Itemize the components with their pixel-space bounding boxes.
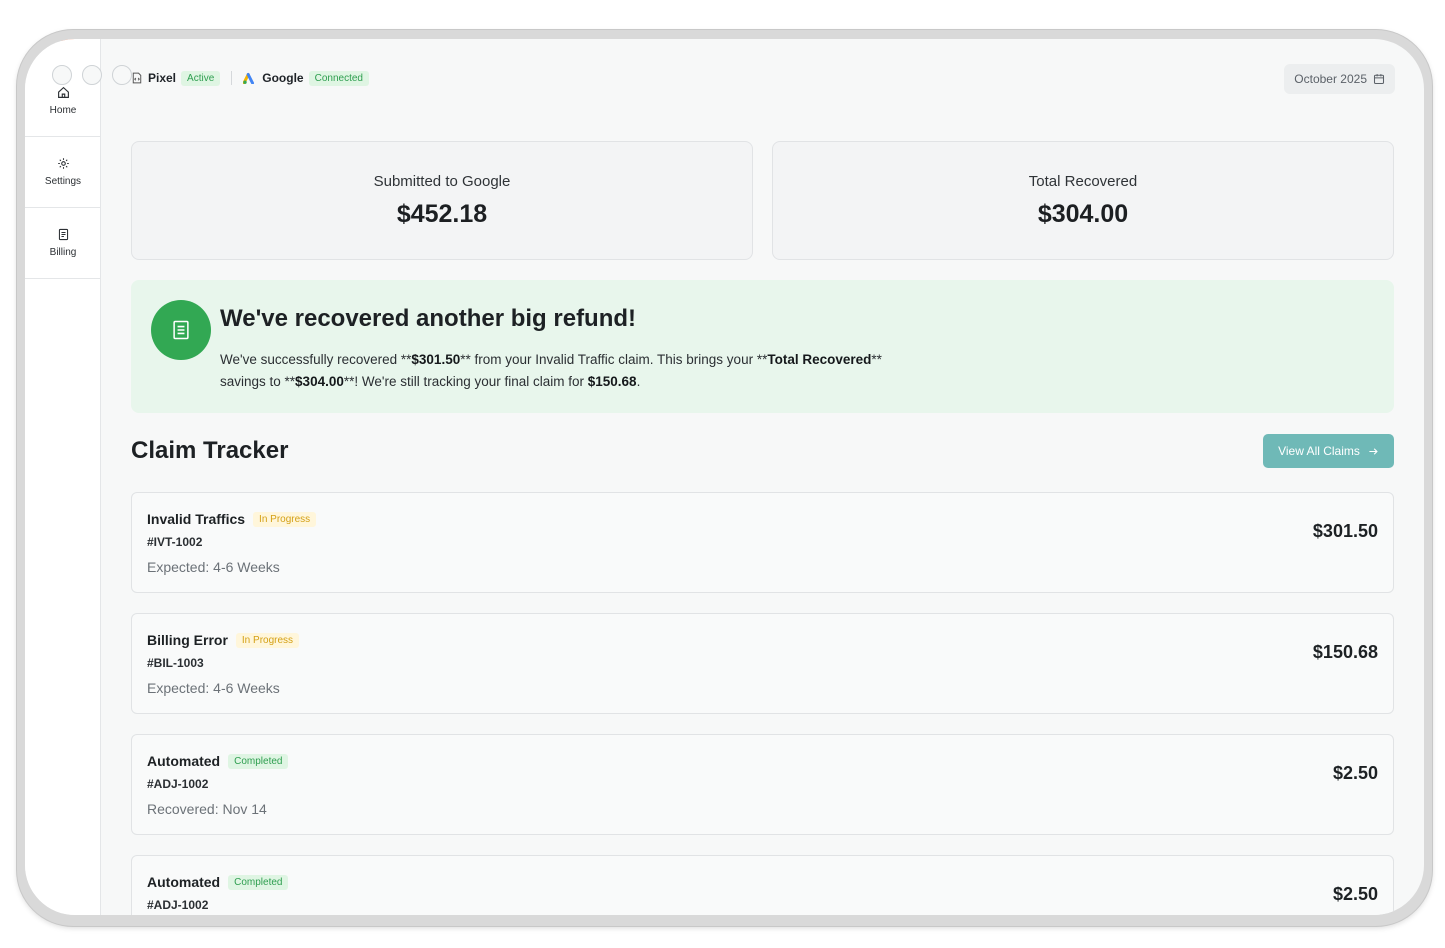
claim-amount: $301.50 xyxy=(1312,521,1378,541)
banner-text: We've successfully recovered ** xyxy=(220,352,412,367)
view-all-label: View All Claims xyxy=(1278,444,1360,458)
claim-id: #ADJ-1002 xyxy=(147,898,209,912)
claim-row[interactable]: Billing Error In Progress #BIL-1003 Expec… xyxy=(131,613,1394,714)
banner-message: We've successfully recovered **$301.50**… xyxy=(220,349,940,393)
status-badge: Completed xyxy=(228,753,289,769)
submitted-value: $452.18 xyxy=(396,200,488,228)
claim-name: Billing Error In Progress xyxy=(147,632,300,648)
claim-title: Invalid Traffics xyxy=(147,511,246,527)
claim-meta: Expected: 4-6 Weeks xyxy=(147,559,280,575)
claim-name: Automated Completed xyxy=(147,874,289,890)
home-icon xyxy=(57,86,69,98)
window-maximize-button[interactable] xyxy=(112,65,132,85)
banner-total: $304.00 xyxy=(295,374,344,389)
claim-row[interactable]: Automated Completed #ADJ-1002 Recovered: … xyxy=(131,734,1394,835)
banner-amount: $301.50 xyxy=(411,352,461,367)
status-badge: In Progress xyxy=(235,632,300,648)
sidebar-item-label: Settings xyxy=(44,176,82,187)
claim-title: Automated xyxy=(147,753,221,769)
google-label: Google xyxy=(262,71,304,85)
banner-final-claim: $150.68 xyxy=(587,374,637,389)
claim-id: #IVT-1002 xyxy=(147,535,203,549)
month-picker-button[interactable]: October 2025 xyxy=(1284,64,1395,94)
recovered-stat-card: Total Recovered $304.00 xyxy=(772,141,1394,260)
claim-amount: $150.68 xyxy=(1312,642,1378,662)
banner-text: **! We're still tracking your final clai… xyxy=(343,374,588,389)
banner-text: ** xyxy=(871,352,882,367)
recovered-label: Total Recovered xyxy=(1028,173,1138,190)
submitted-label: Submitted to Google xyxy=(373,173,511,190)
view-all-claims-button[interactable]: View All Claims xyxy=(1263,434,1394,468)
banner-text: . xyxy=(636,374,641,389)
pixel-label: Pixel xyxy=(148,71,177,85)
sidebar-item-settings[interactable]: Settings xyxy=(25,137,101,208)
claim-row[interactable]: Invalid Traffics In Progress #IVT-1002 Ex… xyxy=(131,492,1394,593)
sidebar-item-label: Home xyxy=(49,105,77,116)
status-badge: Completed xyxy=(228,874,289,890)
banner-text: ** from your Invalid Traffic claim. This… xyxy=(460,352,768,367)
google-ads-icon xyxy=(243,73,255,84)
gear-icon xyxy=(57,158,69,169)
claim-id: #BIL-1003 xyxy=(147,656,204,670)
claim-id: #ADJ-1002 xyxy=(147,777,209,791)
banner-title: We've recovered another big refund! xyxy=(220,305,637,332)
pixel-status-badge: Active xyxy=(181,70,221,86)
banner-text: savings to ** xyxy=(220,374,296,389)
device-frame: Home Settings Billing Pixel Active Googl… xyxy=(17,30,1432,926)
claim-amount: $2.50 xyxy=(1332,763,1378,783)
code-file-icon xyxy=(132,72,142,84)
app-screen: Home Settings Billing Pixel Active Googl… xyxy=(25,39,1424,915)
document-icon xyxy=(58,228,68,241)
calendar-icon xyxy=(1373,74,1385,85)
sidebar: Home Settings Billing xyxy=(25,39,132,915)
claim-meta: Expected: 4-6 Weeks xyxy=(147,680,280,696)
claim-title: Automated xyxy=(147,874,221,890)
refund-banner: We've recovered another big refund! We'v… xyxy=(131,280,1394,413)
sidebar-item-billing[interactable]: Billing xyxy=(25,208,101,279)
claim-tracker-title: Claim Tracker xyxy=(131,437,289,464)
google-status-badge: Connected xyxy=(308,70,369,86)
month-picker-label: October 2025 xyxy=(1294,72,1367,86)
recovered-value: $304.00 xyxy=(1037,200,1129,228)
claim-name: Invalid Traffics In Progress xyxy=(147,511,317,527)
sidebar-item-label: Billing xyxy=(49,247,77,258)
arrow-right-icon xyxy=(1369,447,1378,455)
topbar-divider xyxy=(231,71,233,85)
receipt-icon xyxy=(173,320,189,340)
claim-row[interactable]: Automated Completed #ADJ-1002 $2.50 xyxy=(131,855,1394,915)
status-badge: In Progress xyxy=(253,511,317,527)
claim-amount: $2.50 xyxy=(1332,884,1378,904)
claim-title: Billing Error xyxy=(147,632,228,648)
claim-meta: Recovered: Nov 14 xyxy=(147,801,267,817)
submitted-stat-card: Submitted to Google $452.18 xyxy=(131,141,753,260)
claim-name: Automated Completed xyxy=(147,753,289,769)
banner-total-label: Total Recovered xyxy=(767,352,872,367)
banner-badge xyxy=(151,300,211,360)
sidebar-item-home[interactable]: Home xyxy=(25,66,101,137)
integration-status-bar: Pixel Active Google Connected xyxy=(131,69,369,87)
